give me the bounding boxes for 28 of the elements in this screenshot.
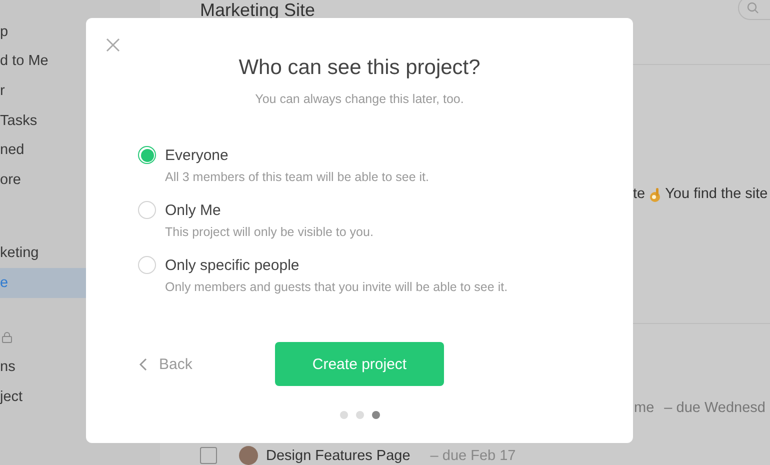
dialog-title: Who can see this project? <box>238 56 480 80</box>
due-date: – due Feb 17 <box>430 448 516 464</box>
comment-text: You find the site <box>665 186 768 202</box>
task-name: me <box>634 400 654 416</box>
radio-button[interactable] <box>138 201 156 219</box>
radio-button[interactable] <box>138 256 156 274</box>
option-description: This project will only be visible to you. <box>165 225 374 239</box>
close-icon <box>105 37 121 53</box>
search-icon <box>747 2 759 14</box>
task-checkbox[interactable] <box>200 447 217 464</box>
project-title: Marketing Site <box>200 0 316 21</box>
step-dot[interactable] <box>356 411 364 419</box>
step-dot[interactable] <box>372 411 380 419</box>
dialog-subtitle: You can always change this later, too. <box>255 92 464 106</box>
chevron-left-icon <box>139 358 147 370</box>
option-label[interactable]: Everyone <box>165 146 633 164</box>
option-description: All 3 members of this team will be able to see it. <box>165 170 430 184</box>
option-label[interactable]: Only specific people <box>165 256 633 274</box>
step-dot[interactable] <box>340 411 348 419</box>
ok-hand-icon <box>649 186 662 202</box>
comment-text: te <box>633 186 646 202</box>
avatar <box>239 446 258 465</box>
option-label[interactable]: Only Me <box>165 202 633 218</box>
option-description: Only members and guests that you invite will be able to see it. <box>165 280 509 294</box>
due-date: – due Wednesd <box>664 400 766 416</box>
task-name: Design Features Page <box>266 448 410 464</box>
radio-button[interactable] <box>138 146 156 164</box>
close-button[interactable] <box>105 37 121 53</box>
